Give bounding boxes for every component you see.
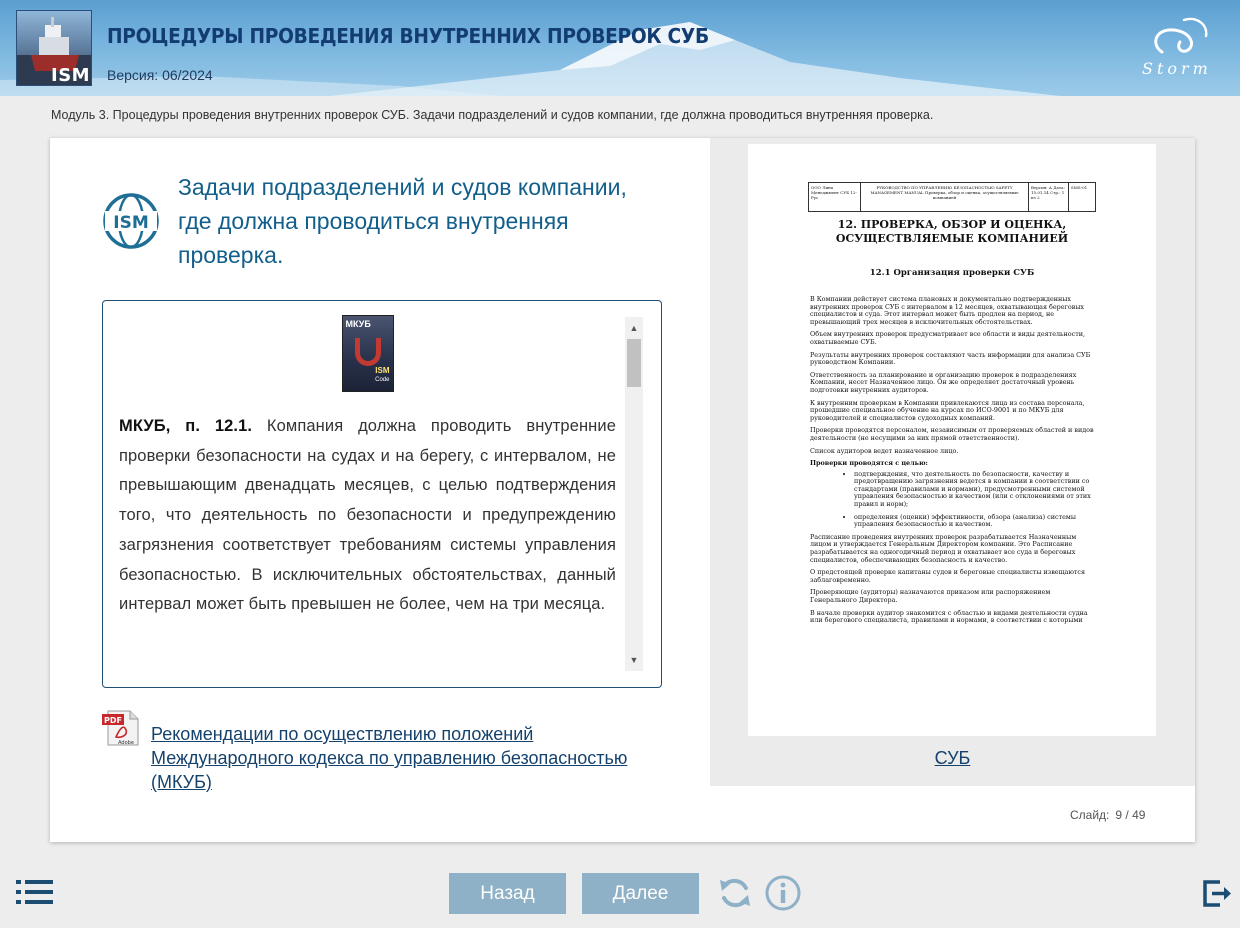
text-scroll-box[interactable]: МКУБ ISM Code МКУБ, п. 12.1. Компания до… [102,300,662,688]
table-of-contents-icon[interactable] [16,879,54,905]
pdf-resource: PDF Adobe Рекомендации по осуществлению … [102,710,662,794]
slide-content: ISM Задачи подразделений и судов компани… [50,138,1195,842]
sms-document-page[interactable]: ООО Лина Менеджмент СУБ 12-Рус РУКОВОДСТ… [748,144,1156,736]
exit-icon[interactable] [1202,878,1232,908]
doc-list-item: определения (оценки) эффективности, обзо… [854,513,1096,529]
slide-counter-label: Слайд: [1070,808,1110,822]
breadcrumb: Модуль 3. Процедуры проведения внутренни… [51,108,934,122]
back-button[interactable]: Назад [449,873,566,914]
scroll-up-arrow-icon[interactable]: ▲ [625,319,643,337]
storm-brand-text: Storm [1142,59,1212,78]
doc-header-company: ООО Лина Менеджмент СУБ 12-Рус [809,183,861,211]
doc-body: В Компании действует система плановых и … [810,295,1096,630]
ism-clause-text: МКУБ, п. 12.1. Компания должна проводить… [119,412,616,620]
doc-paragraph: В Компании действует система плановых и … [810,295,1085,326]
text-scroll-content: МКУБ ISM Code МКУБ, п. 12.1. Компания до… [119,315,616,620]
doc-header-code: SMS-01 [1071,185,1088,190]
scroll-down-arrow-icon[interactable]: ▼ [625,651,643,669]
doc-paragraph: О предстоящей проверке капитаны судов и … [810,568,1086,584]
doc-paragraph: Объем внутренних проверок предусматривае… [810,330,1086,346]
doc-header-version: Версия: А Дата: 15.01.14 Стр.: 1 из 2 [1029,183,1069,211]
pdf-icon-label: PDF [104,716,122,725]
ism-globe-icon: ISM [103,193,159,249]
doc-paragraph: Расписание проведения внутренних проверо… [810,532,1077,564]
book-cover-ism: ISM [375,366,390,375]
ism-code-book-cover: МКУБ ISM Code [341,315,394,392]
doc-paragraph: Список аудиторов ведет назначенное лицо. [810,446,959,455]
doc-header-table: ООО Лина Менеджмент СУБ 12-Рус РУКОВОДСТ… [808,182,1096,212]
doc-heading: 12. ПРОВЕРКА, ОБЗОР И ОЦЕНКА, ОСУЩЕСТВЛЯ… [835,218,1069,245]
ism-clause-body: Компания должна проводить внутренние про… [119,417,616,614]
doc-paragraph: Ответственность за планирование и органи… [810,370,1077,394]
slide-counter: Слайд: 9 / 49 [1070,808,1145,822]
ism-guidelines-pdf-link[interactable]: Рекомендации по осуществлению положений … [151,722,661,794]
storm-swirl-icon [1154,17,1208,54]
info-icon[interactable] [764,874,802,912]
text-scrollbar[interactable]: ▲ ▼ [625,317,643,671]
doc-paragraph: К внутренним проверкам в Компании привле… [810,398,1085,422]
doc-header-manual: РУКОВОДСТВО ПО УПРАВЛЕНИЮ БЕЗОПАСНОСТЬЮ … [861,183,1029,211]
document-preview-panel: ООО Лина Менеджмент СУБ 12-Рус РУКОВОДСТ… [710,138,1195,786]
doc-list: подтверждения, что деятельность по безоп… [854,470,1096,529]
doc-paragraph: Результаты внутренних проверок составляю… [810,350,1091,367]
slide-counter-value: 9 / 49 [1115,808,1146,822]
doc-list-heading: Проверки проводятся с целью: [810,459,928,468]
book-cover-emblem-icon [354,338,381,366]
doc-paragraph: Проверки проводятся персоналом, независи… [810,426,1094,442]
course-title: ПРОЦЕДУРЫ ПРОВЕДЕНИЯ ВНУТРЕННИХ ПРОВЕРОК… [107,24,709,48]
logo-ism-text: ISM [51,65,91,86]
course-version: Версия: 06/2024 [107,67,213,83]
refresh-icon[interactable] [716,874,754,912]
sms-document-link[interactable]: СУБ [710,748,1195,769]
course-header: ISM ПРОЦЕДУРЫ ПРОВЕДЕНИЯ ВНУТРЕННИХ ПРОВ… [0,0,1240,96]
ism-badge-text: ISM [113,213,149,233]
doc-subheading: 12.1 Организация проверки СУБ [869,268,1035,278]
pdf-document-icon[interactable]: PDF Adobe [102,710,140,746]
pdf-icon-adobe: Adobe [118,740,134,746]
storm-brand-logo: Storm [1140,14,1220,84]
next-button[interactable]: Далее [582,873,699,914]
slide-title: Задачи подразделений и судов компании, г… [178,174,627,268]
doc-paragraph: В начале проверки аудитор знакомится с о… [810,608,1088,625]
ism-clause-reference: МКУБ, п. 12.1. [119,417,253,435]
doc-paragraph: Проверяющие (аудиторы) назначаются прика… [810,588,1051,604]
scrollbar-thumb[interactable] [627,339,641,387]
book-cover-code: Code [375,377,390,383]
doc-list-item: подтверждения, что деятельность по безоп… [854,470,1096,509]
book-cover-title: МКУБ [345,319,371,329]
course-logo: ISM [16,10,92,86]
